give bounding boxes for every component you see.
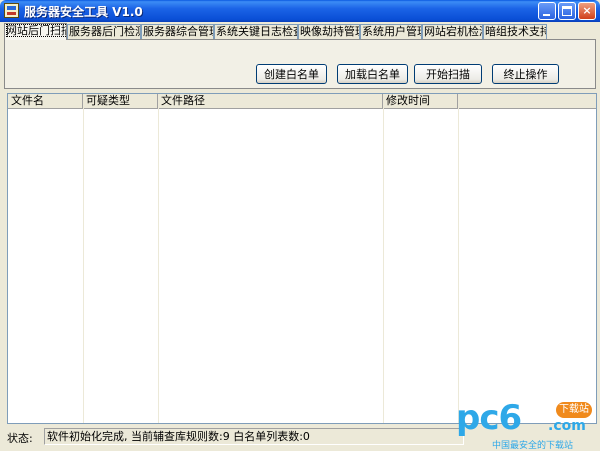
results-list[interactable]: 文件名 可疑类型 文件路径 修改时间 [7, 93, 597, 424]
watermark-tagline: 中国最安全的下载站 [492, 441, 574, 451]
close-button[interactable]: × [578, 2, 596, 20]
title-bar[interactable]: 服务器安全工具 V1.0 × [0, 0, 600, 22]
stop-operation-button[interactable]: 终止操作 [492, 64, 559, 84]
start-scan-button[interactable]: 开始扫描 [414, 64, 482, 84]
tab-server-backdoor-detect[interactable]: 服务器后门检测 [67, 24, 141, 39]
status-label: 状态: [7, 432, 33, 445]
maximize-button[interactable] [558, 2, 576, 20]
tab-system-log-check[interactable]: 系统关键日志检查 [214, 24, 298, 39]
column-divider [83, 108, 84, 423]
column-divider [383, 108, 384, 423]
watermark-badge: 下载站 [556, 402, 592, 418]
create-whitelist-button[interactable]: 创建白名单 [256, 64, 327, 84]
tab-image-hijack[interactable]: 映像劫持管理 [298, 24, 360, 39]
tab-server-management[interactable]: 服务器综合管理 [141, 24, 214, 39]
tab-website-backdoor-scan[interactable]: 网站后门扫描 [4, 23, 67, 40]
tab-tech-support[interactable]: 暗组技术支持 [483, 24, 547, 39]
status-message: 软件初始化完成, 当前辅查库规则数:9 白名单列表数:0 [44, 428, 464, 445]
pc6-watermark: pc6 .com 下载站 中国最安全的下载站 [456, 398, 596, 451]
watermark-suffix: .com [548, 418, 586, 434]
column-header-modified-time[interactable]: 修改时间 [383, 94, 458, 108]
minimize-icon [543, 14, 550, 16]
app-icon [4, 3, 19, 18]
column-header-filename[interactable]: 文件名 [8, 94, 83, 108]
tab-site-downtime[interactable]: 网站宕机检测 [422, 24, 483, 39]
tab-system-users[interactable]: 系统用户管理 [360, 24, 422, 39]
action-panel: 创建白名单 加载白名单 开始扫描 终止操作 [4, 39, 596, 89]
load-whitelist-button[interactable]: 加载白名单 [337, 64, 408, 84]
close-icon: × [582, 4, 592, 17]
column-header-suspicious-type[interactable]: 可疑类型 [83, 94, 158, 108]
minimize-button[interactable] [538, 2, 556, 20]
column-header-file-path[interactable]: 文件路径 [158, 94, 383, 108]
column-divider [458, 108, 459, 423]
list-header: 文件名 可疑类型 文件路径 修改时间 [8, 94, 596, 109]
tab-strip: 网站后门扫描 服务器后门检测 服务器综合管理 系统关键日志检查 映像劫持管理 系… [4, 23, 596, 40]
watermark-brand: pc6 [456, 398, 522, 438]
window-title: 服务器安全工具 V1.0 [24, 5, 143, 19]
maximize-icon [562, 6, 572, 16]
column-divider [158, 108, 159, 423]
